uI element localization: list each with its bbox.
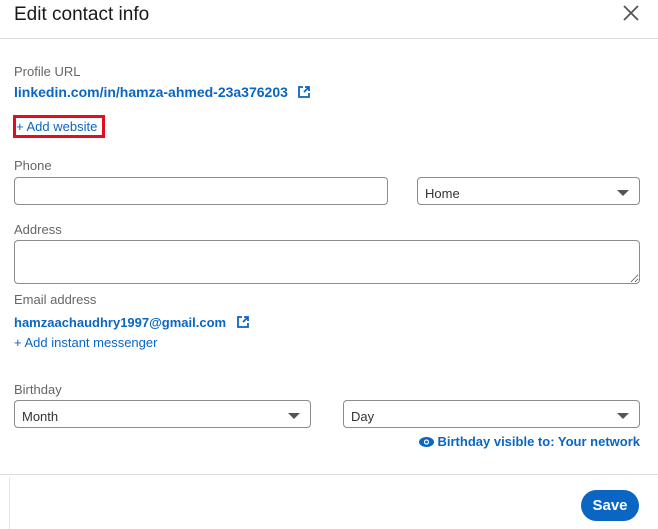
email-label: Email address	[14, 292, 97, 307]
month-value: Month	[22, 409, 59, 424]
phone-label: Phone	[14, 158, 52, 173]
birthday-visibility-text: Birthday visible to: Your network	[437, 434, 641, 449]
birthday-day-select[interactable]: Day	[343, 400, 640, 428]
chevron-down-icon	[288, 413, 300, 419]
add-website-button[interactable]: + Add website	[16, 119, 97, 134]
phone-type-value: Home	[425, 186, 460, 201]
address-input[interactable]	[14, 240, 640, 284]
eye-icon	[418, 436, 434, 447]
phone-input[interactable]	[14, 177, 388, 205]
day-value: Day	[351, 409, 375, 424]
email-link[interactable]: hamzaachaudhry1997@gmail.com	[14, 315, 226, 330]
profile-url-label: Profile URL	[14, 64, 81, 79]
side-edge	[0, 477, 10, 529]
chevron-down-icon	[617, 413, 629, 419]
birthday-month-select[interactable]: Month	[14, 400, 311, 428]
external-link-icon[interactable]	[298, 86, 311, 98]
birthday-visibility-button[interactable]: Birthday visible to: Your network	[418, 434, 641, 449]
phone-type-select[interactable]: Home	[417, 177, 640, 205]
birthday-label: Birthday	[14, 382, 62, 397]
save-button[interactable]: Save	[581, 490, 639, 521]
close-button[interactable]	[620, 2, 642, 24]
dialog-title: Edit contact info	[14, 4, 150, 25]
profile-url-link[interactable]: linkedin.com/in/hamza-ahmed-23a376203	[14, 84, 288, 100]
chevron-down-icon	[617, 190, 629, 196]
external-link-icon[interactable]	[236, 316, 249, 328]
divider	[0, 38, 658, 39]
add-instant-messenger-button[interactable]: + Add instant messenger	[14, 335, 157, 350]
footer-divider	[0, 474, 658, 475]
address-label: Address	[14, 222, 62, 237]
close-icon	[623, 5, 639, 21]
